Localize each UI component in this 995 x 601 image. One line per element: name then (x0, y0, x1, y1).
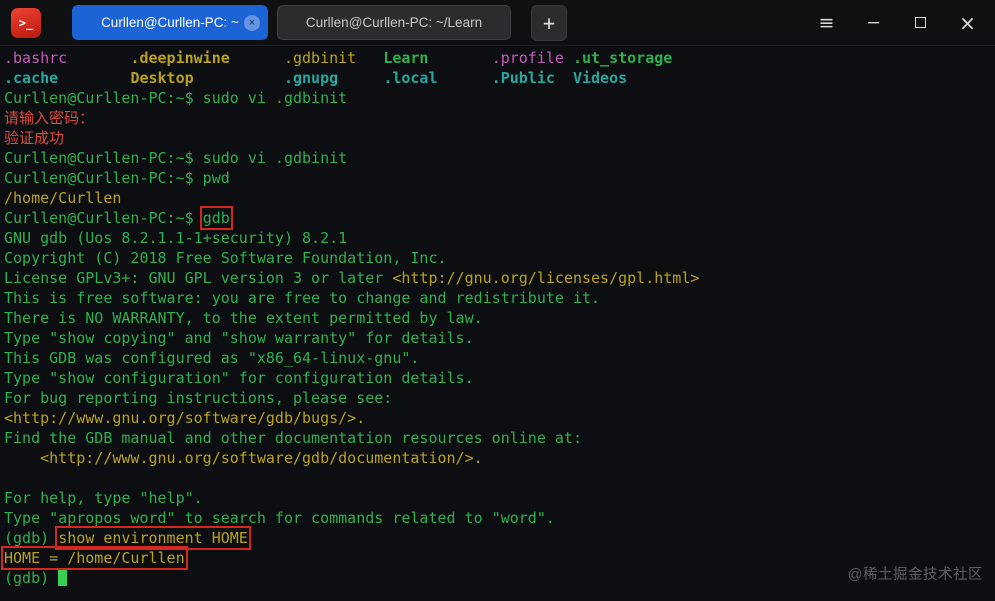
terminal-text: <http://www.gnu.org/software/gdb/bugs/>. (4, 409, 366, 427)
terminal-text: (gdb) (4, 529, 59, 547)
terminal-text: Type "show copying" and "show warranty" … (4, 329, 474, 347)
terminal-text: .Public (491, 69, 555, 87)
terminal-line: There is NO WARRANTY, to the extent perm… (4, 308, 995, 328)
terminal-line: Curllen@Curllen-PC:~$ pwd (4, 168, 995, 188)
tab-2[interactable]: Curllen@Curllen-PC: ~/Learn (277, 5, 511, 40)
terminal-line: GNU gdb (Uos 8.2.1.1-1+security) 8.2.1 (4, 228, 995, 248)
terminal-line: This is free software: you are free to c… (4, 288, 995, 308)
terminal-text: Curllen@Curllen-PC:~$ (4, 209, 203, 227)
window-controls: ≡ − × (803, 0, 995, 46)
terminal-line: License GPLv3+: GNU GPL version 3 or lat… (4, 268, 995, 288)
terminal-line: .bashrc .deepinwine .gdbinit Learn .prof… (4, 48, 995, 68)
watermark: @稀土掘金技术社区 (847, 567, 983, 583)
tab-close-icon[interactable]: × (244, 14, 260, 31)
terminal-text: Videos (572, 69, 628, 87)
terminal-text: .gnupg (283, 69, 339, 87)
terminal-line: 验证成功 (4, 128, 995, 148)
terminal-line: For bug reporting instructions, please s… (4, 388, 995, 408)
terminal-line: Type "show configuration" for configurat… (4, 368, 995, 388)
terminal-text: 验证成功 (4, 129, 65, 147)
maximize-button[interactable] (897, 0, 944, 46)
terminal-text: .profile (491, 49, 564, 67)
terminal-text: Desktop (130, 69, 194, 87)
annotated-text: show environment HOME (55, 526, 251, 550)
terminal-text: .local (383, 69, 438, 87)
terminal-text: For bug reporting instructions, please s… (4, 389, 393, 407)
terminal-text: 请输入密码： (4, 109, 95, 127)
terminal-line: This GDB was configured as "x86_64-linux… (4, 348, 995, 368)
terminal-text: Curllen@Curllen-PC:~$ sudo vi .gdbinit (4, 149, 348, 167)
titlebar: >_ Curllen@Curllen-PC: ~ × Curllen@Curllen… (0, 0, 995, 46)
terminal-text: Type "show configuration" for configurat… (4, 369, 474, 387)
minimize-button[interactable]: − (850, 0, 897, 46)
terminal-text: Type "apropos word" to search for comman… (4, 509, 555, 527)
terminal-text: This GDB was configured as "x86_64-linux… (4, 349, 420, 367)
close-button[interactable]: × (944, 0, 991, 46)
terminal-line: (gdb) show environment HOME (4, 526, 995, 550)
terminal-line: /home/Curllen (4, 188, 995, 208)
terminal-text: /home/Curllen (4, 189, 122, 207)
terminal-line: Curllen@Curllen-PC:~$ sudo vi .gdbinit (4, 88, 995, 108)
terminal-line: <http://www.gnu.org/software/gdb/documen… (4, 448, 995, 468)
terminal-line: For help, type "help". (4, 488, 995, 508)
terminal-text: <http://gnu.org/licenses/gpl.html> (392, 269, 700, 287)
terminal-text: <http://www.gnu.org/software/gdb/documen… (40, 449, 483, 467)
terminal-text: .deepinwine (130, 49, 230, 67)
terminal-text: There is NO WARRANTY, to the extent perm… (4, 309, 483, 327)
terminal-text: For help, type "help". (4, 489, 203, 507)
tab-label: Curllen@Curllen-PC: ~ (101, 15, 239, 30)
terminal-line: Find the GDB manual and other documentat… (4, 428, 995, 448)
terminal-text: .bashrc (4, 49, 68, 67)
terminal-line: 请输入密码： (4, 108, 995, 128)
terminal-line: Curllen@Curllen-PC:~$ gdb (4, 206, 995, 230)
new-tab-button[interactable]: + (531, 4, 567, 41)
terminal-text: .ut_storage (572, 49, 673, 67)
annotated-text: HOME = /home/Curllen (1, 546, 188, 570)
terminal-line: Type "apropos word" to search for comman… (4, 508, 995, 528)
terminal-text: License GPLv3+: GNU GPL version 3 or lat… (4, 269, 393, 287)
tab-1[interactable]: Curllen@Curllen-PC: ~ × (72, 5, 268, 40)
terminal-app-icon: >_ (11, 7, 41, 38)
terminal-window: >_ Curllen@Curllen-PC: ~ × Curllen@Curllen… (0, 0, 995, 601)
terminal-text: Learn (383, 49, 429, 67)
terminal-cursor (58, 570, 68, 586)
terminal-line: Copyright (C) 2018 Free Software Foundat… (4, 248, 995, 268)
terminal-text: Curllen@Curllen-PC:~$ pwd (4, 169, 230, 187)
terminal-output: .bashrc .deepinwine .gdbinit Learn .prof… (1, 48, 995, 588)
terminal-line: Curllen@Curllen-PC:~$ sudo vi .gdbinit (4, 148, 995, 168)
terminal-text: Copyright (C) 2018 Free Software Foundat… (4, 249, 447, 267)
terminal-line: (gdb) (4, 568, 995, 588)
terminal-text: Curllen@Curllen-PC:~$ sudo vi .gdbinit (4, 89, 348, 107)
terminal-text: .gdbinit (283, 49, 357, 67)
tab-label: Curllen@Curllen-PC: ~/Learn (305, 15, 483, 30)
terminal-line: .cache Desktop .gnupg .local .Public Vid… (4, 68, 995, 88)
terminal-text: GNU gdb (Uos 8.2.1.1-1+security) 8.2.1 (4, 229, 348, 247)
terminal-line: Type "show copying" and "show warranty" … (4, 328, 995, 348)
maximize-icon (915, 17, 926, 28)
tab-bar: Curllen@Curllen-PC: ~ × Curllen@Curllen-PC… (72, 5, 511, 40)
annotated-text: gdb (199, 206, 233, 230)
menu-icon[interactable]: ≡ (803, 0, 850, 46)
terminal-screen[interactable]: .bashrc .deepinwine .gdbinit Learn .prof… (0, 46, 995, 601)
terminal-text: Find the GDB manual and other documentat… (4, 429, 582, 447)
terminal-text: (gdb) (4, 569, 59, 587)
terminal-text: This is free software: you are free to c… (4, 289, 601, 307)
terminal-text: .cache (4, 69, 59, 87)
terminal-line: HOME = /home/Curllen (1, 546, 995, 570)
terminal-line: <http://www.gnu.org/software/gdb/bugs/>. (4, 408, 995, 428)
